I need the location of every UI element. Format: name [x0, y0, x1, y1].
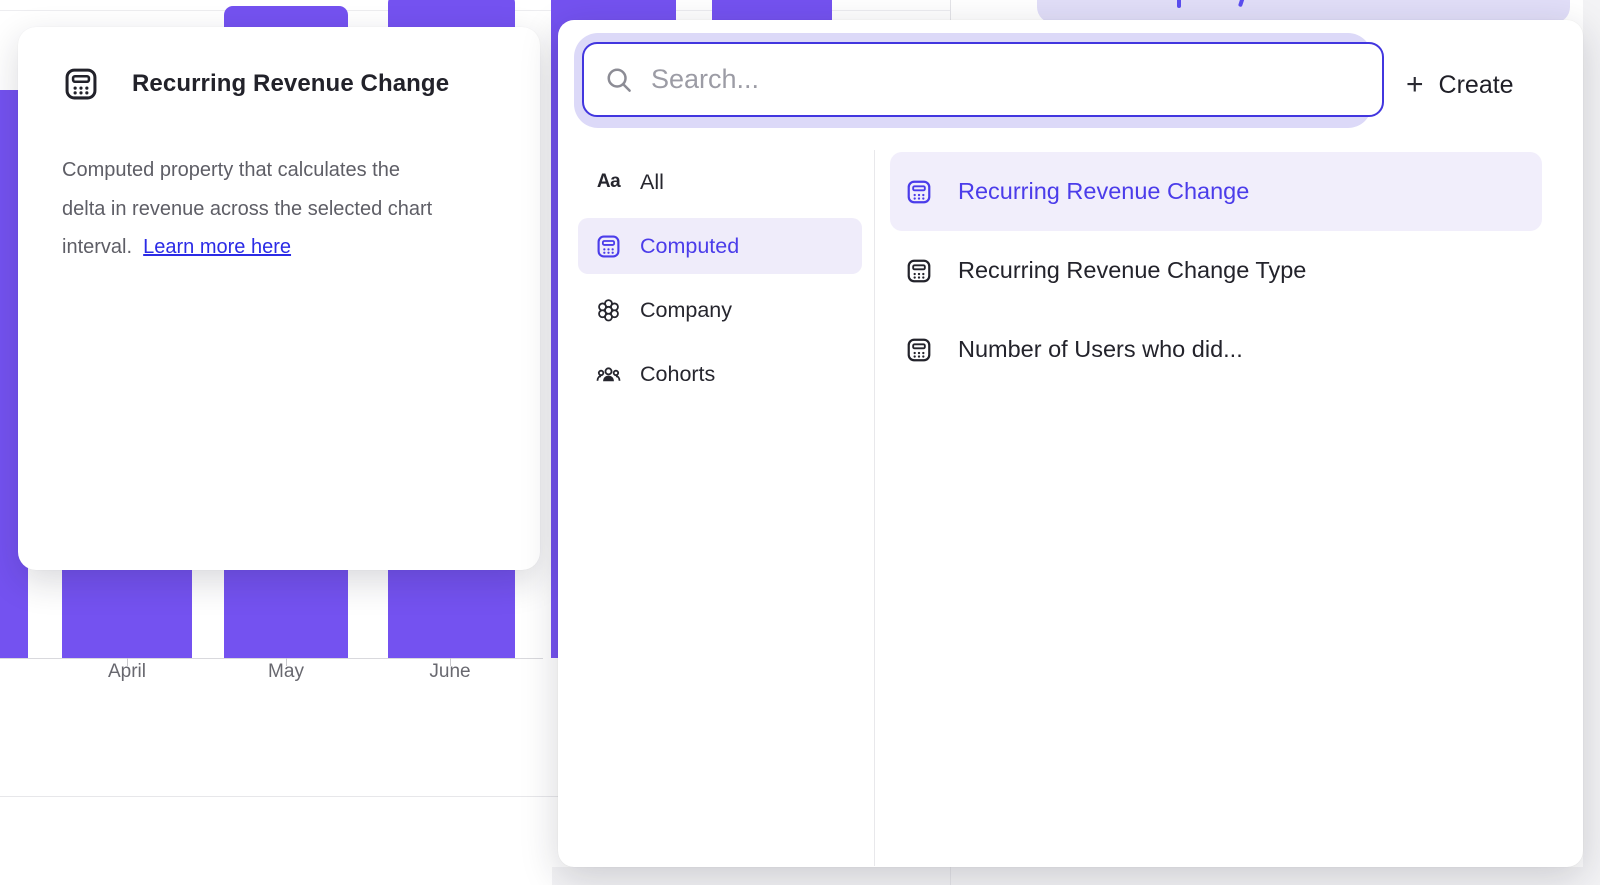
description-line: Computed property that calculates the — [62, 151, 502, 190]
category-list: Aa All Computed Company Cohorts — [578, 154, 862, 410]
cohorts-icon — [595, 361, 622, 388]
search-field[interactable] — [582, 42, 1384, 117]
page-background — [552, 867, 1600, 885]
create-button[interactable]: + Create — [1398, 66, 1522, 104]
text-aa-icon: Aa — [595, 171, 622, 193]
x-axis — [0, 658, 543, 659]
property-selector-modal: + Create Aa All Computed Company Cohorts — [558, 20, 1583, 867]
search-focus-ring — [574, 33, 1372, 128]
x-axis-label: June — [429, 661, 470, 683]
result-recurring-revenue-change[interactable]: Recurring Revenue Change — [890, 152, 1542, 231]
category-all[interactable]: Aa All — [578, 154, 862, 210]
learn-more-link[interactable]: Learn more here — [143, 236, 291, 258]
result-recurring-revenue-change-type[interactable]: Recurring Revenue Change Type — [890, 231, 1542, 310]
tooltip-description: Computed property that calculates the de… — [62, 151, 502, 267]
description-line: interval. Learn more here — [62, 228, 502, 267]
x-axis-label: April — [108, 661, 146, 683]
property-tooltip: Recurring Revenue Change Computed proper… — [18, 27, 540, 570]
search-input[interactable] — [649, 63, 1382, 96]
result-number-of-users[interactable]: Number of Users who did... — [890, 310, 1542, 389]
page-background — [1583, 0, 1600, 885]
search-icon — [604, 65, 634, 95]
screen: April May June Recurring Revenue Change … — [0, 0, 1600, 885]
calculator-icon — [905, 336, 933, 364]
calculator-icon — [62, 65, 100, 103]
clipped-text-fragment — [1238, 0, 1246, 7]
category-computed[interactable]: Computed — [578, 218, 862, 274]
category-cohorts[interactable]: Cohorts — [578, 346, 862, 402]
modal-divider — [874, 150, 875, 866]
results-list: Recurring Revenue Change Recurring Reven… — [890, 152, 1542, 389]
calculator-icon — [595, 233, 622, 260]
calculator-icon — [905, 178, 933, 206]
clipped-text-fragment — [1177, 0, 1181, 8]
description-line: delta in revenue across the selected cha… — [62, 190, 502, 229]
tooltip-header: Recurring Revenue Change — [62, 65, 449, 103]
calculator-icon — [905, 257, 933, 285]
tooltip-title: Recurring Revenue Change — [132, 70, 449, 98]
x-axis-label: May — [268, 661, 304, 683]
company-icon — [595, 297, 622, 324]
category-company[interactable]: Company — [578, 282, 862, 338]
plus-icon: + — [1406, 70, 1424, 100]
